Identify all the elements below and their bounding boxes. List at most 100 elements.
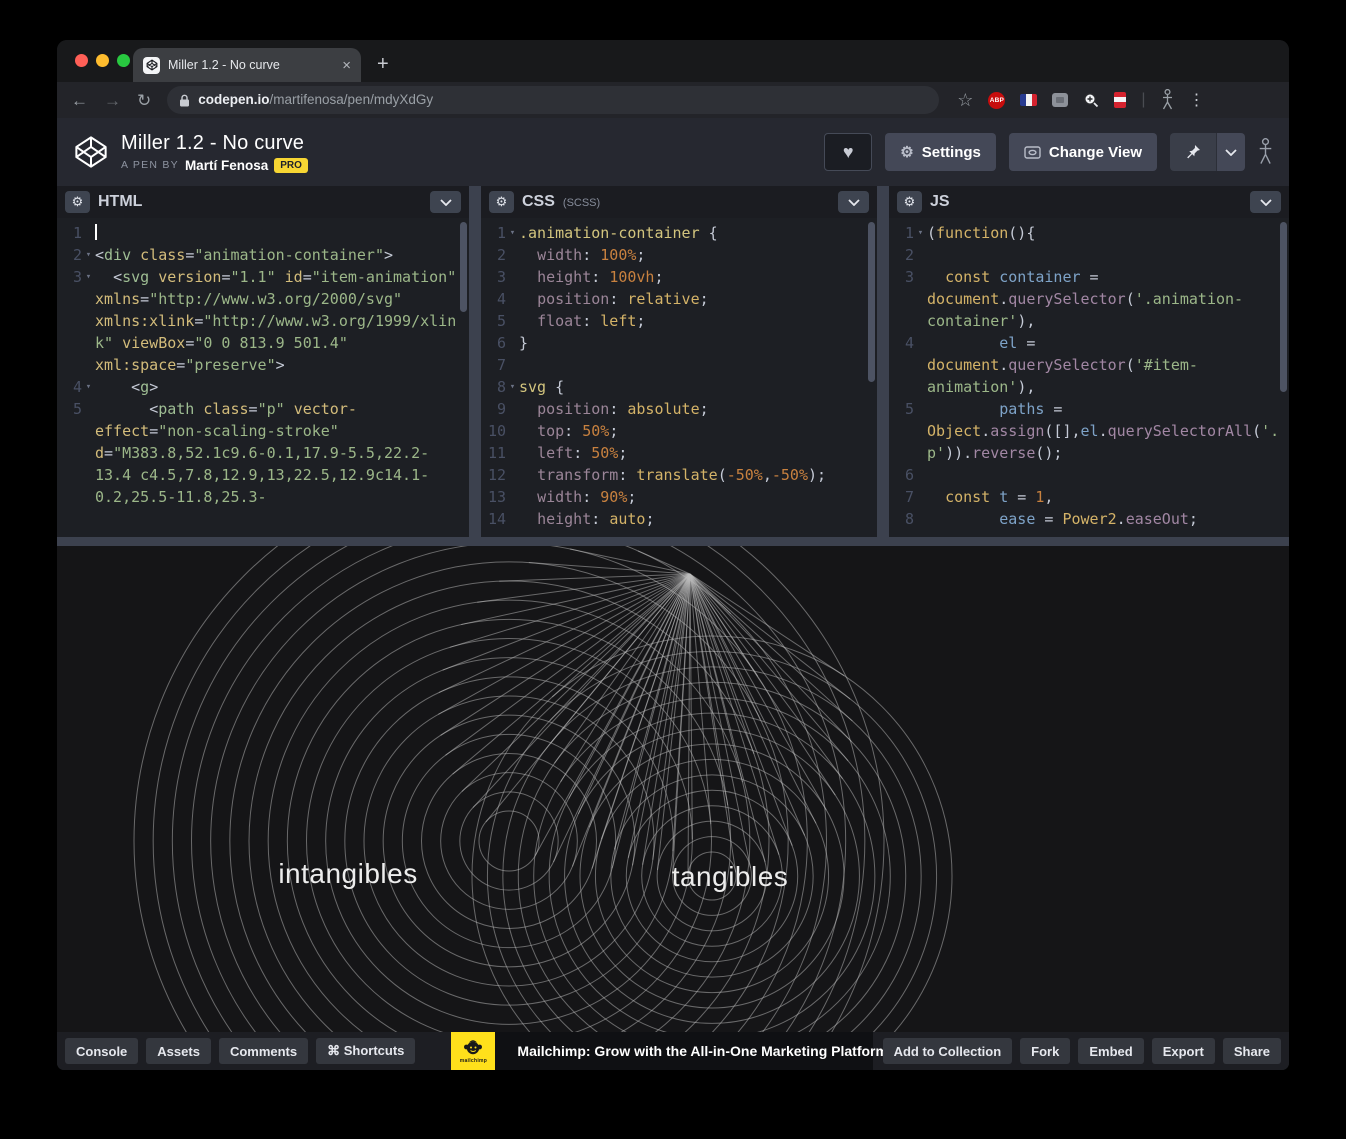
code-line: 3▾ <svg version="1.1" id="item-animation… (57, 266, 469, 376)
tab-close-icon[interactable]: × (342, 58, 351, 73)
pen-header-actions: ♥ ⚙ Settings Change View (824, 133, 1273, 171)
chevron-down-icon (440, 199, 452, 206)
author-link[interactable]: Martí Fenosa (185, 158, 268, 173)
html-collapse-button[interactable] (430, 191, 461, 213)
line-gutter: 2 (481, 244, 519, 266)
fold-spacer (914, 464, 927, 486)
js-collapse-button[interactable] (1250, 191, 1281, 213)
pin-button[interactable] (1170, 133, 1216, 171)
code-text: } (519, 332, 877, 354)
url-domain: codepen.io (198, 92, 269, 107)
fold-spacer (914, 508, 927, 530)
fold-spacer (506, 486, 519, 508)
french-flag-extension-icon[interactable] (1020, 94, 1037, 106)
fold-arrow-icon[interactable]: ▾ (82, 376, 95, 398)
share-button[interactable]: Share (1223, 1038, 1281, 1064)
adblock-plus-icon[interactable]: ABP (988, 92, 1005, 109)
html-settings-gear-icon[interactable]: ⚙ (65, 191, 90, 213)
code-line: 3 const container = document.querySelect… (889, 266, 1289, 332)
fold-arrow-icon[interactable]: ▾ (506, 376, 519, 398)
browser-menu-icon[interactable]: ⋮ (1189, 90, 1205, 110)
fold-arrow-icon[interactable]: ▾ (82, 266, 95, 376)
code-line: 8 ease = Power2.easeOut; (889, 508, 1289, 530)
minimize-window-button[interactable] (96, 54, 109, 67)
html-scrollbar-thumb[interactable] (460, 222, 467, 312)
fold-spacer (506, 244, 519, 266)
fold-spacer (82, 398, 95, 508)
code-line: 10 top: 50%; (481, 420, 877, 442)
line-gutter: 3 (889, 266, 927, 332)
toolbar-separator: | (1141, 91, 1145, 109)
fold-arrow-icon[interactable]: ▾ (82, 244, 95, 266)
zoom-window-button[interactable] (117, 54, 130, 67)
code-line: 4▾ <g> (57, 376, 469, 398)
css-settings-gear-icon[interactable]: ⚙ (489, 191, 514, 213)
code-line: 8▾svg { (481, 376, 877, 398)
line-gutter: 14 (481, 508, 519, 530)
code-line: 7 const t = 1, (889, 486, 1289, 508)
sponsor-ad[interactable]: Mailchimp: Grow with the All-in-One Mark… (495, 1032, 873, 1070)
code-line: 4 el = document.querySelector('#item-ani… (889, 332, 1289, 398)
url-text: codepen.io/martifenosa/pen/mdyXdGy (198, 91, 433, 109)
fold-spacer (506, 442, 519, 464)
code-text: const container = document.querySelector… (927, 266, 1289, 332)
zoom-plus-extension-icon[interactable] (1083, 92, 1099, 108)
fold-arrow-icon[interactable]: ▾ (914, 222, 927, 244)
fold-spacer (506, 288, 519, 310)
mailchimp-wordmark: mailchimp (460, 1058, 487, 1064)
stick-figure-overlay-icon (1258, 137, 1273, 167)
export-button[interactable]: Export (1152, 1038, 1215, 1064)
fold-spacer (506, 464, 519, 486)
bookmark-star-icon[interactable]: ☆ (957, 91, 973, 109)
pin-icon (1186, 144, 1201, 160)
code-text: el = document.querySelector('#item-anima… (927, 332, 1289, 398)
settings-button[interactable]: ⚙ Settings (885, 133, 996, 171)
codepen-logo-icon[interactable] (73, 134, 109, 170)
code-text: <div class="animation-container"> (95, 244, 469, 266)
reload-icon[interactable]: ↻ (137, 92, 151, 109)
pin-dropdown-button[interactable] (1216, 133, 1245, 171)
fork-button[interactable]: Fork (1020, 1038, 1070, 1064)
stick-figure-extension-icon[interactable] (1161, 89, 1174, 111)
fold-spacer (506, 398, 519, 420)
css-collapse-button[interactable] (838, 191, 869, 213)
code-text (519, 354, 877, 376)
js-settings-gear-icon[interactable]: ⚙ (897, 191, 922, 213)
css-scrollbar-thumb[interactable] (868, 222, 875, 382)
line-gutter: 3 (481, 266, 519, 288)
pen-header: Miller 1.2 - No curve A PEN BY Martí Fen… (57, 118, 1289, 186)
comments-button[interactable]: Comments (219, 1038, 308, 1064)
add-to-collection-button[interactable]: Add to Collection (883, 1038, 1013, 1064)
console-button[interactable]: Console (65, 1038, 138, 1064)
fold-spacer (506, 420, 519, 442)
assets-button[interactable]: Assets (146, 1038, 211, 1064)
fold-arrow-icon[interactable]: ▾ (506, 222, 519, 244)
forward-icon[interactable]: → (104, 92, 121, 109)
back-icon[interactable]: ← (71, 92, 88, 109)
code-line: 5 float: left; (481, 310, 877, 332)
line-gutter: 9 (481, 398, 519, 420)
close-window-button[interactable] (75, 54, 88, 67)
code-text: position: absolute; (519, 398, 877, 420)
pen-byline: A PEN BY Martí Fenosa PRO (121, 158, 308, 173)
fold-spacer (82, 222, 95, 244)
address-bar[interactable]: codepen.io/martifenosa/pen/mdyXdGy (167, 86, 939, 114)
love-button[interactable]: ♥ (824, 133, 872, 171)
code-text: ease = Power2.easeOut; (927, 508, 1289, 530)
fold-spacer (914, 266, 927, 332)
js-code-area[interactable]: 1▾(function(){23 const container = docum… (889, 218, 1289, 537)
new-tab-button[interactable]: + (377, 54, 389, 74)
code-line: 11 left: 50%; (481, 442, 877, 464)
js-scrollbar-thumb[interactable] (1280, 222, 1287, 392)
embed-button[interactable]: Embed (1078, 1038, 1143, 1064)
change-view-button[interactable]: Change View (1009, 133, 1157, 171)
shortcuts-button[interactable]: ⌘ Shortcuts (316, 1038, 415, 1064)
red-can-extension-icon[interactable] (1114, 92, 1126, 108)
speech-bubble-extension-icon[interactable] (1052, 93, 1068, 107)
code-line: 14 height: auto; (481, 508, 877, 530)
mailchimp-logo-tile[interactable]: mailchimp (451, 1032, 495, 1070)
css-code-area[interactable]: 1▾.animation-container {2 width: 100%;3 … (481, 218, 877, 537)
browser-toolbar: ← → ↻ codepen.io/martifenosa/pen/mdyXdGy… (57, 82, 1289, 118)
browser-tab[interactable]: Miller 1.2 - No curve × (133, 48, 361, 82)
html-code-area[interactable]: 12▾<div class="animation-container">3▾ <… (57, 218, 469, 537)
